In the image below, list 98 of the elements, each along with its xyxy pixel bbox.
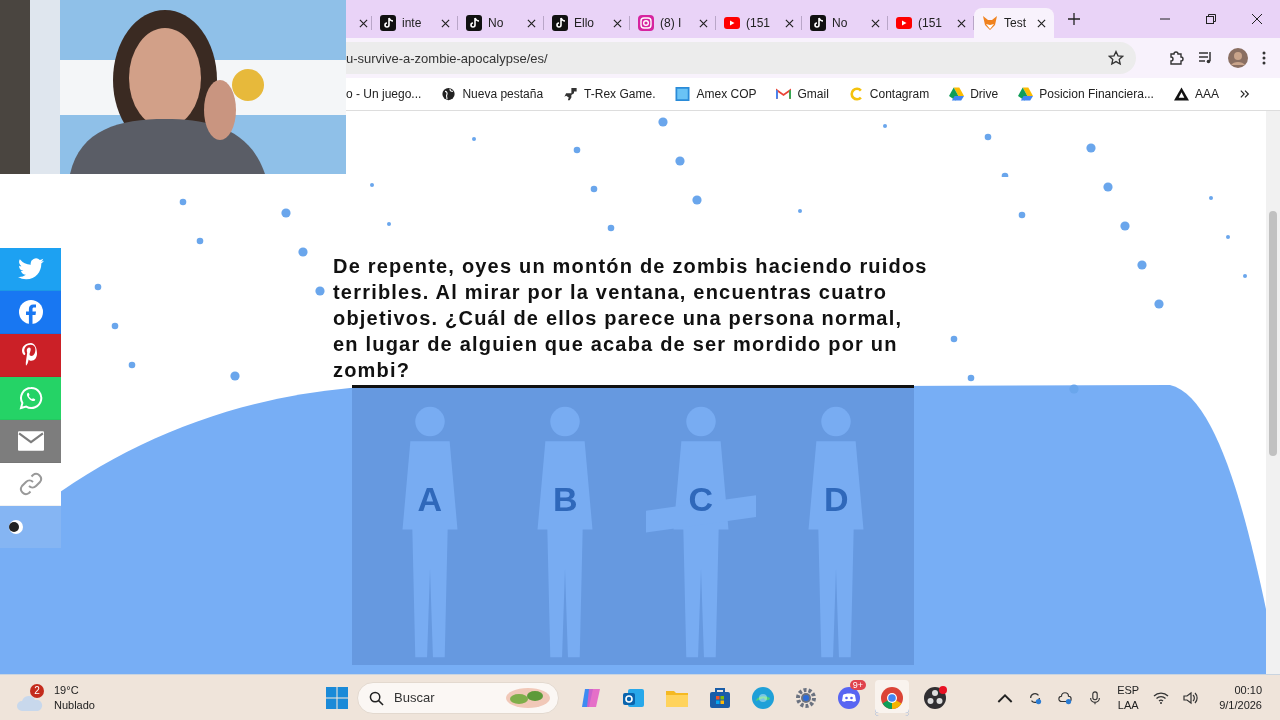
- notification-badge: 2: [30, 683, 44, 698]
- browser-tab[interactable]: inte: [372, 8, 458, 38]
- windows-logo-icon[interactable]: [326, 686, 348, 709]
- browser-tab[interactable]: (8) I: [630, 8, 716, 38]
- tab-title: No: [832, 16, 849, 30]
- tab-title: (151: [918, 16, 944, 30]
- address-bar[interactable]: u-survive-a-zombie-apocalypse/es/: [346, 42, 1136, 74]
- tab-title: Test: [1004, 16, 1027, 30]
- notification-badge: 9+: [849, 679, 866, 690]
- music-note-icon: [466, 15, 482, 31]
- speaker-icon[interactable]: [1183, 690, 1200, 705]
- music-note-icon: [810, 15, 826, 31]
- tab-title: inte: [402, 16, 423, 30]
- phone-bubble-icon: [17, 386, 44, 410]
- close-icon[interactable]: [1037, 18, 1046, 28]
- browser-tab[interactable]: Test: [974, 8, 1054, 38]
- url-text: u-survive-a-zombie-apocalypse/es/: [346, 50, 549, 66]
- bookmark[interactable]: Drive: [949, 87, 999, 101]
- wave-swirl-icon: [751, 685, 775, 710]
- star-icon[interactable]: [1108, 50, 1124, 66]
- wifi-icon[interactable]: [1153, 690, 1170, 705]
- browser-tab[interactable]: (151: [888, 8, 974, 38]
- play-icon: [724, 15, 740, 31]
- bookmark[interactable]: Contagram: [848, 87, 930, 101]
- fox-icon: [982, 15, 998, 31]
- media-icon[interactable]: [1198, 50, 1214, 66]
- music-note-icon: [552, 15, 568, 31]
- close-icon[interactable]: [871, 18, 880, 28]
- triangle-icon: [1173, 87, 1189, 101]
- bookmark[interactable]: Amex COP: [675, 87, 757, 101]
- envelope-icon: [17, 429, 44, 453]
- browser-tab[interactable]: Ello: [544, 8, 630, 38]
- music-note-icon: [380, 15, 396, 31]
- input-language[interactable]: ESP LAA: [1117, 682, 1140, 713]
- close-icon[interactable]: [699, 18, 708, 28]
- browser-icon: [880, 685, 904, 710]
- close-icon[interactable]: [441, 18, 450, 28]
- share-button[interactable]: [0, 420, 61, 463]
- taskbar-app[interactable]: 9+: [832, 679, 866, 716]
- menu-icon[interactable]: [1262, 50, 1266, 66]
- chevron-icon[interactable]: [1240, 89, 1250, 99]
- tab-title: No: [488, 16, 505, 30]
- cloud-icon: [16, 693, 44, 712]
- puzzle-icon[interactable]: [1168, 50, 1184, 66]
- bookmark[interactable]: Nueva pestaña: [441, 87, 544, 101]
- sync-icon[interactable]: [1027, 690, 1044, 705]
- browser-tab[interactable]: No: [458, 8, 544, 38]
- play-icon: [896, 15, 912, 31]
- browser-tab[interactable]: No: [802, 8, 888, 38]
- share-button[interactable]: [0, 334, 61, 377]
- ring-icon: [848, 87, 864, 101]
- facebook-icon: [17, 300, 44, 324]
- bird-icon: [17, 257, 44, 281]
- bookmark[interactable]: Gmail: [776, 87, 829, 101]
- scrollbar[interactable]: [1266, 111, 1280, 674]
- temperature-text: 19°C: [54, 682, 80, 698]
- clock[interactable]: 00:10 9/1/2026: [1219, 682, 1262, 713]
- theme-toggle[interactable]: [8, 519, 24, 535]
- bookmark[interactable]: T-Rex Game.: [563, 87, 656, 101]
- language-text: ESP: [1117, 682, 1140, 698]
- tab-title: (151: [746, 16, 772, 30]
- new-tab-icon[interactable]: [1068, 13, 1080, 25]
- close-icon[interactable]: [785, 18, 794, 28]
- camera-icon: [638, 15, 654, 31]
- close-icon[interactable]: [613, 18, 622, 28]
- weather-widget[interactable]: 2 19°C Nublado: [16, 682, 95, 713]
- bookmark[interactable]: AAA: [1173, 87, 1219, 101]
- share-button[interactable]: [0, 291, 61, 334]
- browser-tab[interactable]: (151: [716, 8, 802, 38]
- triangle-drive-icon: [949, 87, 965, 101]
- restore-icon[interactable]: [1206, 14, 1216, 24]
- dinosaur-icon: [563, 87, 579, 101]
- tab-title: Ello: [574, 16, 595, 30]
- share-button[interactable]: [0, 248, 61, 291]
- question-text: De repente, oyes un montón de zombis haciendo ruidos terribles. Al mirar por la ventana, encuentras cuatro objetivos. ¿Cuál de ellos parece una persona normal, en lugar de alguien que acaba de ser mordido por un zombi?: [333, 254, 929, 383]
- mail-icon: [776, 87, 792, 101]
- settings-icon: [794, 685, 818, 710]
- card-icon: [675, 87, 691, 101]
- close-icon[interactable]: [527, 18, 536, 28]
- close-icon[interactable]: [359, 18, 368, 28]
- record-app-icon: [923, 685, 947, 710]
- language-text: LAA: [1117, 697, 1139, 713]
- leaves-icon: [505, 686, 551, 709]
- store-bag-icon: [708, 685, 732, 710]
- search-icon: [369, 690, 384, 706]
- globe-icon: [441, 87, 457, 101]
- avatar-icon[interactable]: [1228, 48, 1248, 68]
- close-icon[interactable]: [957, 18, 966, 28]
- date-text: 9/1/2026: [1219, 697, 1262, 713]
- time-text: 00:10: [1234, 682, 1262, 698]
- close-icon[interactable]: [1252, 14, 1262, 24]
- weather-condition: Nublado: [54, 697, 95, 713]
- triangle-drive-icon: [1018, 87, 1034, 101]
- cloud-info-icon[interactable]: [1057, 690, 1074, 705]
- link-icon: [17, 472, 44, 496]
- bookmark[interactable]: Posicion Financiera...: [1018, 87, 1154, 101]
- tab-title: (8) I: [660, 16, 683, 30]
- bookmark[interactable]: o - Un juego...: [346, 87, 422, 101]
